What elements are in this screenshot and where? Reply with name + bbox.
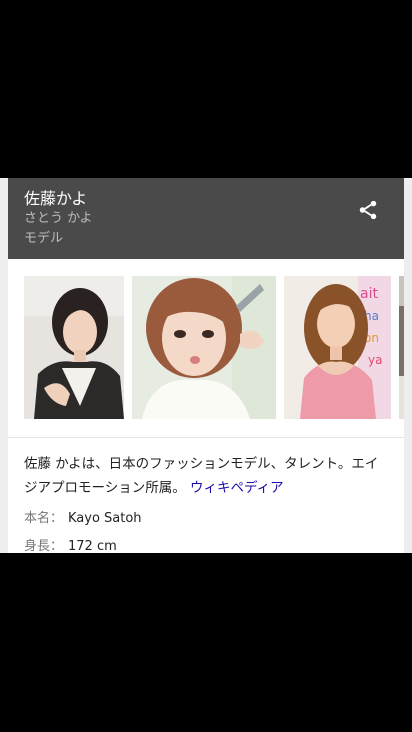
svg-text:ait: ait (360, 286, 378, 302)
gallery-image-4[interactable] (399, 276, 404, 419)
description: 佐藤 かよは、日本のファッションモデル、タレント。エイジアプロモーション所属。 … (24, 452, 390, 500)
fact-row-real-name: 本名： Kayo Satoh (24, 510, 142, 528)
photo-4-image (399, 276, 404, 419)
wikipedia-link[interactable]: ウィキペディア (190, 480, 284, 496)
fact-label: 身長： (24, 539, 64, 553)
photo-2-image (132, 276, 276, 419)
panel-subtitle: モデル (24, 231, 64, 246)
knowledge-panel-card: 佐藤かよ さとう かよ モデル ait ha on ya 佐藤 かよは、日本のフ… (8, 178, 404, 553)
fact-value: 172 cm (68, 539, 117, 553)
fact-label: 本名： (24, 511, 64, 526)
section-divider (8, 437, 404, 438)
fact-value: Kayo Satoh (68, 511, 142, 526)
share-button[interactable] (354, 196, 382, 224)
panel-header: 佐藤かよ さとう かよ モデル (8, 178, 404, 259)
gallery-image-1[interactable] (24, 276, 124, 419)
share-icon (359, 200, 377, 220)
photo-1-image (24, 276, 124, 419)
panel-reading: さとう かよ (24, 211, 93, 226)
panel-title: 佐藤かよ (24, 189, 88, 208)
gallery-image-2[interactable] (132, 276, 276, 419)
fact-row-height: 身長： 172 cm (24, 538, 117, 553)
knowledge-panel-viewport: 佐藤かよ さとう かよ モデル ait ha on ya 佐藤 かよは、日本のフ… (0, 178, 412, 553)
svg-text:ya: ya (368, 353, 382, 367)
gallery-image-3[interactable]: ait ha on ya (284, 276, 391, 419)
image-gallery[interactable]: ait ha on ya (8, 259, 404, 437)
photo-3-image: ait ha on ya (284, 276, 391, 419)
